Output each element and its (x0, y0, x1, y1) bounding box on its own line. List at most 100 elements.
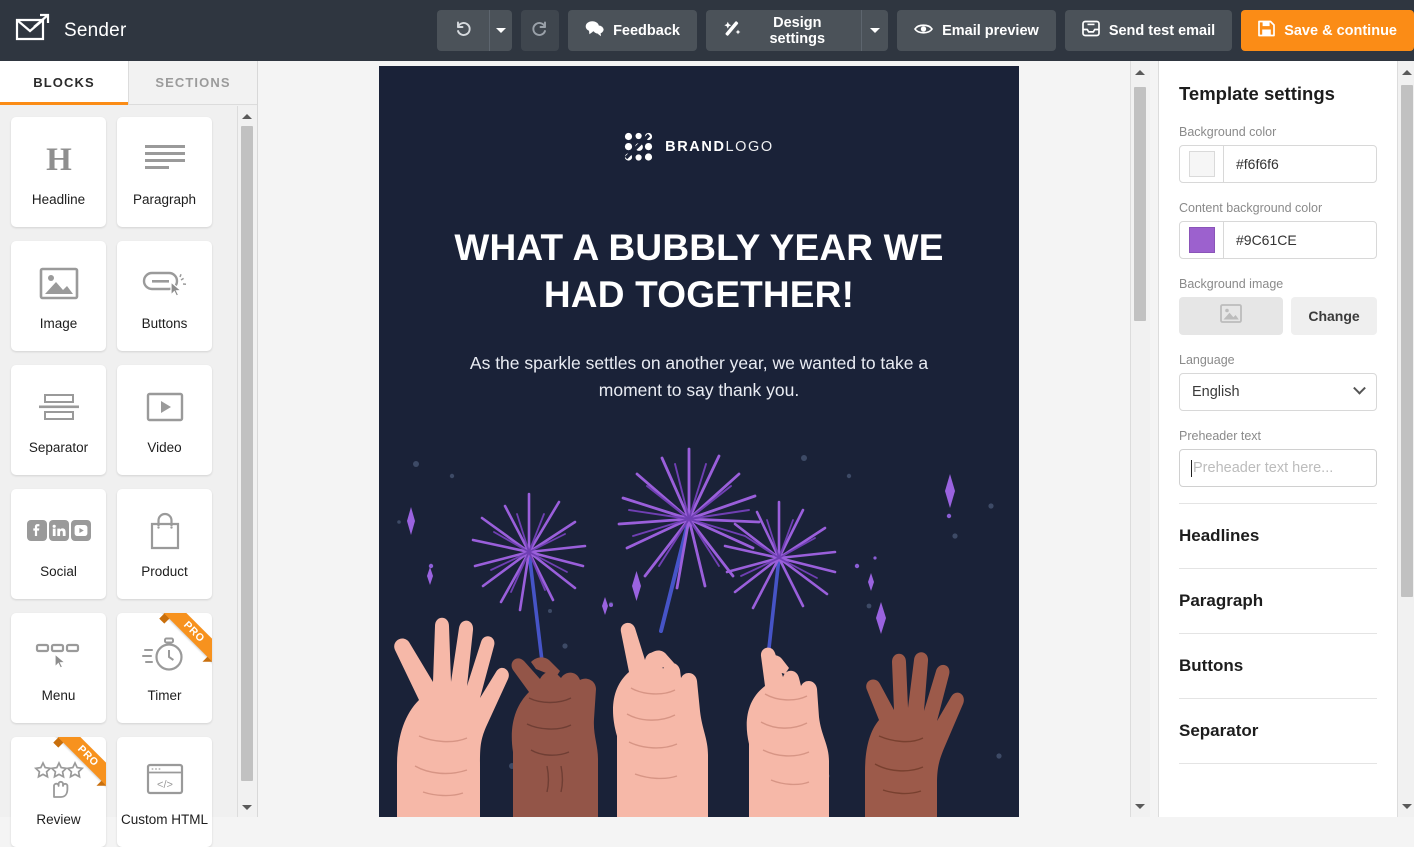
background-image-field: Change (1179, 297, 1377, 335)
block-headline[interactable]: H Headline (11, 117, 106, 227)
scroll-up-arrow[interactable] (238, 107, 256, 125)
image-icon (39, 260, 79, 306)
send-test-email-button[interactable]: Send test email (1064, 10, 1233, 51)
scroll-down-arrow[interactable] (238, 798, 256, 816)
top-toolbar: Sender Feedback Design settings Email pr… (0, 0, 1414, 61)
email-body[interactable]: BRANDLOGO WHAT A BUBBLY YEAR WE HAD TOGE… (379, 66, 1019, 817)
scrollbar-thumb[interactable] (1134, 87, 1146, 321)
triangle-down-icon (242, 804, 252, 810)
feedback-button[interactable]: Feedback (568, 10, 697, 51)
content-background-color-value[interactable]: #9C61CE (1224, 222, 1376, 258)
background-color-swatch[interactable] (1188, 151, 1215, 177)
canvas-scrollbar[interactable] (1130, 61, 1150, 817)
email-canvas: BRANDLOGO WHAT A BUBBLY YEAR WE HAD TOGE… (258, 61, 1158, 817)
language-select[interactable]: English (1179, 373, 1377, 411)
app-brand: Sender (0, 13, 437, 48)
eye-icon (914, 22, 934, 40)
panel-title: Template settings (1179, 83, 1335, 104)
image-placeholder-icon (1220, 304, 1242, 328)
language-label: Language (1179, 353, 1235, 367)
template-settings-panel: Template settings Background color #f6f6… (1158, 61, 1414, 817)
undo-history-caret[interactable] (490, 10, 512, 51)
block-custom-html[interactable]: </> Custom HTML (117, 737, 212, 847)
accordion-item-separator[interactable]: Separator (1179, 699, 1377, 764)
triangle-up-icon (242, 113, 252, 119)
redo-button[interactable] (521, 10, 560, 51)
save-continue-label: Save & continue (1284, 22, 1397, 39)
headline-h-icon: H (39, 136, 79, 182)
settings-accordion: Headlines Paragraph Buttons Separator (1179, 503, 1377, 764)
scroll-down-arrow[interactable] (1398, 797, 1414, 815)
background-image-label: Background image (1179, 277, 1284, 291)
send-test-email-label: Send test email (1108, 22, 1216, 39)
blocks-grid: H Headline Paragraph Image Buttons Separ… (11, 117, 236, 847)
design-settings-label: Design settings (769, 14, 826, 47)
save-continue-button[interactable]: Save & continue (1241, 10, 1414, 51)
right-panel-scrollbar[interactable] (1397, 61, 1414, 817)
raised-hands-sparklers-illustration[interactable] (379, 436, 1019, 817)
chevron-down-icon (1353, 381, 1366, 395)
toolbar-buttons: Feedback Design settings Email preview S… (436, 10, 1414, 51)
block-product[interactable]: Product (117, 489, 212, 599)
content-background-color-swatch-wrap[interactable] (1180, 222, 1224, 258)
scroll-up-arrow[interactable] (1131, 63, 1149, 81)
undo-button[interactable] (437, 10, 489, 51)
block-video[interactable]: Video (117, 365, 212, 475)
scroll-up-arrow[interactable] (1398, 63, 1414, 81)
code-window-icon: </> (146, 756, 184, 802)
block-timer[interactable]: PRO Timer (117, 613, 212, 723)
background-color-label: Background color (1179, 125, 1277, 139)
scrollbar-thumb[interactable] (241, 126, 253, 781)
app-name: Sender (64, 19, 127, 41)
shopping-bag-icon (148, 508, 182, 554)
accordion-item-buttons[interactable]: Buttons (1179, 634, 1377, 699)
email-preview-button[interactable]: Email preview (897, 10, 1056, 51)
button-cursor-icon (142, 260, 188, 306)
background-color-field[interactable]: #f6f6f6 (1179, 145, 1377, 183)
content-background-color-field[interactable]: #9C61CE (1179, 221, 1377, 259)
background-image-preview[interactable] (1179, 297, 1283, 335)
scrollbar-thumb[interactable] (1401, 85, 1413, 597)
design-settings-button[interactable]: Design settings (706, 10, 861, 51)
content-background-color-swatch[interactable] (1188, 227, 1215, 253)
tab-blocks-label: BLOCKS (33, 75, 95, 90)
undo-split-button (436, 10, 512, 51)
email-logo-block[interactable]: BRANDLOGO (379, 66, 1019, 162)
block-menu[interactable]: Menu (11, 613, 106, 723)
stopwatch-icon (141, 632, 188, 678)
text-cursor (1191, 459, 1192, 477)
background-color-swatch-wrap[interactable] (1180, 146, 1224, 182)
preheader-input[interactable]: Preheader text here... (1179, 449, 1377, 487)
dot-grid-icon (624, 132, 654, 162)
block-label: Video (147, 440, 182, 456)
svg-text:H: H (46, 142, 72, 178)
block-label: Product (141, 564, 188, 580)
block-image[interactable]: Image (11, 241, 106, 351)
separator-icon (37, 384, 81, 430)
caret-down-icon (495, 28, 506, 33)
chat-bubbles-icon (585, 20, 604, 41)
block-label: Headline (31, 192, 86, 208)
redo-icon (531, 20, 549, 42)
accordion-item-headlines[interactable]: Headlines (1179, 504, 1377, 569)
left-panel-scrollbar[interactable] (237, 106, 257, 817)
background-color-value[interactable]: #f6f6f6 (1224, 146, 1376, 182)
scroll-down-arrow[interactable] (1131, 797, 1149, 815)
change-background-image-button[interactable]: Change (1291, 297, 1377, 335)
block-paragraph[interactable]: Paragraph (117, 117, 212, 227)
email-paragraph[interactable]: As the sparkle settles on another year, … (379, 319, 1019, 405)
accordion-item-paragraph[interactable]: Paragraph (1179, 569, 1377, 634)
block-buttons[interactable]: Buttons (117, 241, 212, 351)
tab-blocks[interactable]: BLOCKS (0, 61, 129, 105)
preheader-label: Preheader text (1179, 429, 1261, 443)
block-separator[interactable]: Separator (11, 365, 106, 475)
design-settings-caret[interactable] (861, 10, 888, 51)
block-social[interactable]: Social (11, 489, 106, 599)
email-headline[interactable]: WHAT A BUBBLY YEAR WE HAD TOGETHER! (379, 162, 1019, 319)
tab-sections[interactable]: SECTIONS (129, 61, 257, 104)
block-review[interactable]: PRO Review (11, 737, 106, 847)
panel-tabs: BLOCKS SECTIONS (0, 61, 257, 105)
brand-logo-text: BRANDLOGO (665, 139, 774, 155)
paragraph-lines-icon (143, 136, 187, 182)
triangle-down-icon (1402, 803, 1412, 809)
